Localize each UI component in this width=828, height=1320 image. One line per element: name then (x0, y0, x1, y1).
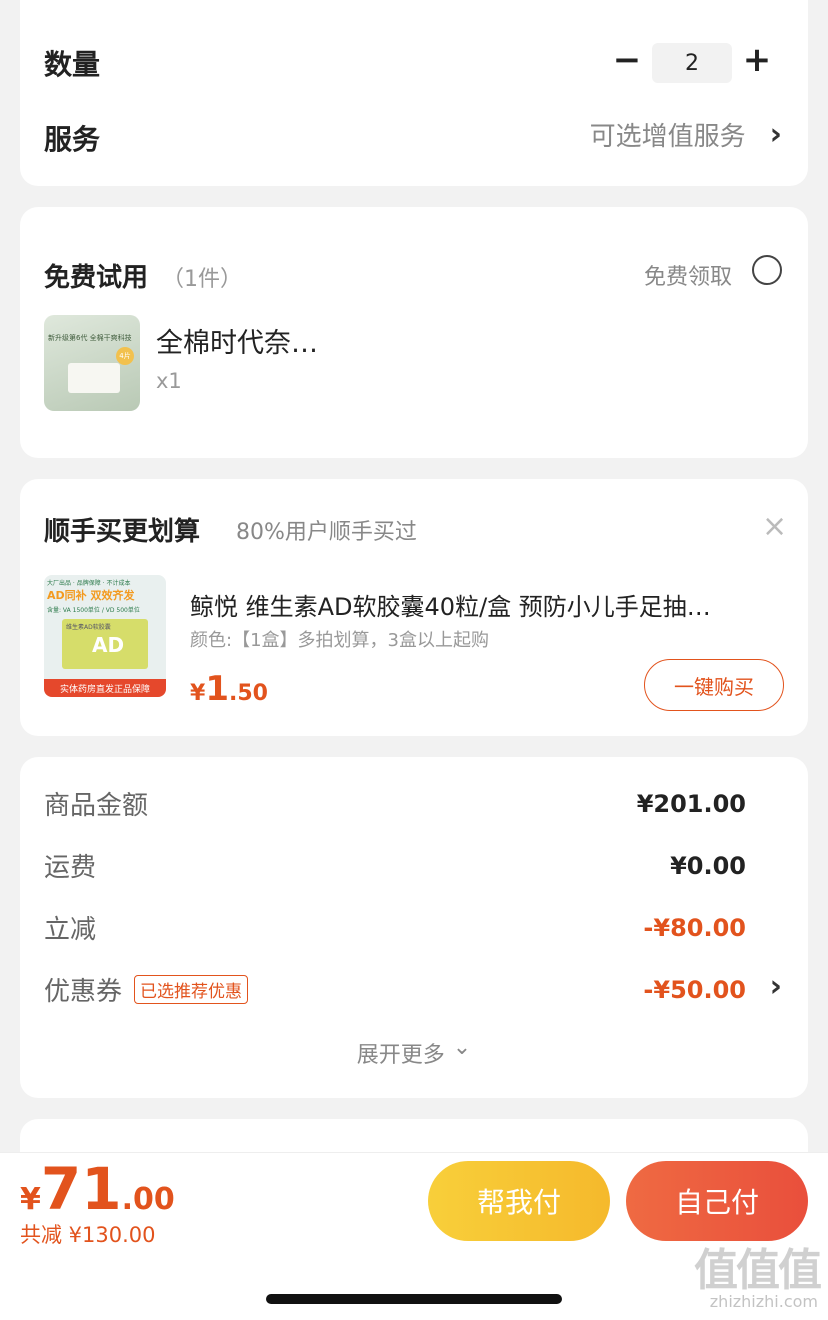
coupon-label-group: 优惠券 已选推荐优惠 (44, 971, 249, 1008)
total-price-int: 71 (40, 1155, 122, 1223)
addon-title: 顺手买更划算 (44, 517, 201, 547)
thumb-footer: 实体药房直发正品保障 (44, 679, 166, 697)
chevron-right-icon: › (769, 117, 782, 152)
chevron-down-icon: ⌄ (452, 1034, 472, 1060)
discount-value: -¥80.00 (643, 913, 746, 942)
addon-price-symbol: ¥ (190, 681, 206, 706)
service-selector[interactable]: 可选增值服务 › (590, 116, 782, 153)
coupon-label: 优惠券 (44, 977, 123, 1007)
total-price-symbol: ¥ (20, 1182, 41, 1217)
thumb-sub: 含量: VA 1500单位 / VD 500单位 (47, 607, 140, 614)
trial-product-qty: x1 (156, 369, 182, 393)
quantity-value[interactable]: 2 (685, 51, 699, 76)
shipping-value: ¥0.00 (670, 851, 746, 880)
spec-card: 数量 − 2 + 服务 可选增值服务 › (20, 0, 808, 186)
free-trial-card: 免费试用 （1件） 免费领取 新升级第6代 全棉干爽科技 4片 全棉时代奈… x… (20, 207, 808, 458)
chevron-right-icon[interactable]: › (770, 969, 782, 1004)
goods-value: ¥201.00 (636, 789, 746, 818)
trial-count: （1件） (162, 267, 242, 292)
coupon-value: -¥50.00 (643, 975, 746, 1004)
addon-product-thumbnail[interactable]: 大厂出品 · 品牌保障 · 不计成本 AD同补 双效齐发 含量: VA 1500… (44, 575, 166, 697)
thumb-footer-text: 实体药房直发正品保障 (59, 684, 150, 695)
addon-variant: 颜色:【1盒】多拍划算，3盒以上起购 (190, 630, 489, 651)
addon-price-dec: .50 (228, 681, 268, 706)
quantity-stepper[interactable]: 2 (652, 43, 732, 83)
coupon-tag: 已选推荐优惠 (134, 975, 249, 1004)
watermark-logo: 值值值 (694, 1245, 822, 1296)
discount-row: 立减 -¥80.00 (44, 909, 746, 946)
thumb-headline: AD同补 双效齐发 (47, 589, 135, 602)
goods-label: 商品金额 (44, 791, 149, 821)
thumb-text: 新升级第6代 全棉干爽科技 (48, 334, 132, 342)
thumb-box: 维生素AD软胶囊 AD (62, 619, 148, 669)
shipping-label: 运费 (44, 853, 97, 883)
addon-subtitle: 80%用户顺手买过 (236, 520, 417, 545)
expand-more-label: 展开更多 (356, 1043, 445, 1068)
one-click-buy-label: 一键购买 (674, 674, 754, 699)
trial-claim-radio[interactable] (752, 255, 782, 285)
thumb-box-label: 维生素AD软胶囊 (66, 624, 111, 631)
thumb-badge: 4片 (116, 347, 134, 365)
one-click-buy-button[interactable]: 一键购买 (644, 659, 784, 711)
expand-more-button[interactable]: 展开更多 ⌄ (20, 1034, 808, 1069)
home-area: 值值值 zhizhizhi.com (0, 1245, 828, 1320)
service-value: 可选增值服务 (589, 122, 746, 152)
total-saved: 共减 ¥130.00 (20, 1223, 156, 1247)
discount-label: 立减 (44, 915, 97, 945)
total-price-dec: .00 (121, 1182, 175, 1217)
quantity-label: 数量 (44, 48, 101, 81)
addon-price-int: 1 (205, 669, 229, 709)
addon-card: 顺手买更划算 80%用户顺手买过 × 大厂出品 · 品牌保障 · 不计成本 AD… (20, 479, 808, 736)
watermark-url: zhizhizhi.com (709, 1292, 818, 1311)
addon-product-name[interactable]: 鲸悦 维生素AD软胶囊40粒/盒 预防小儿手足抽… (190, 587, 780, 622)
coupon-row[interactable]: 优惠券 已选推荐优惠 -¥50.00 (44, 971, 746, 1008)
service-label: 服务 (44, 123, 101, 156)
goods-amount-row: 商品金额 ¥201.00 (44, 785, 746, 822)
close-icon[interactable]: × (762, 509, 787, 544)
shipping-row: 运费 ¥0.00 (44, 847, 746, 884)
trial-claim-label: 免费领取 (644, 265, 733, 290)
trial-product-name[interactable]: 全棉时代奈… (156, 321, 318, 360)
addon-price: ¥1.50 (190, 669, 268, 709)
thumb-pack (68, 363, 120, 393)
help-pay-button[interactable]: 帮我付 (428, 1161, 610, 1241)
total-price: ¥71.00 (20, 1155, 175, 1223)
plus-button[interactable]: + (742, 40, 772, 80)
thumb-box-big: AD (92, 633, 125, 657)
self-pay-label: 自己付 (674, 1186, 759, 1219)
minus-button[interactable]: − (612, 40, 642, 80)
trial-product-thumbnail[interactable]: 新升级第6代 全棉干爽科技 4片 (44, 315, 140, 411)
order-summary-card: 商品金额 ¥201.00 运费 ¥0.00 立减 -¥80.00 优惠券 已选推… (20, 757, 808, 1098)
help-pay-label: 帮我付 (476, 1186, 561, 1219)
home-indicator[interactable] (266, 1294, 562, 1304)
trial-title: 免费试用 (44, 263, 149, 293)
thumb-top: 大厂出品 · 品牌保障 · 不计成本 (47, 580, 131, 587)
self-pay-button[interactable]: 自己付 (626, 1161, 808, 1241)
